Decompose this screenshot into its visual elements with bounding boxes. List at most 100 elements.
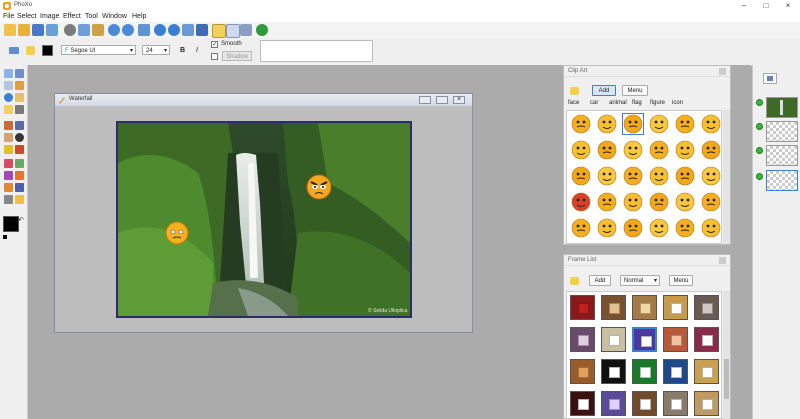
layer-visible-icon[interactable] xyxy=(756,123,763,130)
text-icon[interactable] xyxy=(4,105,13,114)
clone-icon[interactable] xyxy=(4,159,13,168)
foreground-color-swatch[interactable] xyxy=(3,216,19,232)
frame-item[interactable] xyxy=(663,359,688,384)
clip-art-emoji-item[interactable] xyxy=(649,192,669,212)
doc-maximize-button[interactable] xyxy=(436,96,448,104)
reset-colors-icon[interactable] xyxy=(3,235,7,239)
doc-close-button[interactable]: × xyxy=(453,96,465,104)
open-folder-icon[interactable] xyxy=(18,24,30,36)
clip-art-emoji-item[interactable] xyxy=(701,192,721,212)
panel-scroll-icon[interactable] xyxy=(719,68,726,75)
cut-icon[interactable] xyxy=(64,24,76,36)
frame-item[interactable] xyxy=(570,327,595,352)
clip-art-menu-button[interactable]: Menu xyxy=(622,85,648,96)
zoom-tool-icon[interactable] xyxy=(4,93,13,102)
new-file-icon[interactable] xyxy=(4,24,16,36)
tab-figure[interactable]: figure xyxy=(650,100,665,106)
tab-flag[interactable]: flag xyxy=(632,100,642,106)
worried-face-sticker[interactable] xyxy=(165,221,189,245)
fill-bucket-icon[interactable] xyxy=(15,145,24,154)
clip-art-emoji-item[interactable] xyxy=(649,218,669,238)
layer-visible-icon[interactable] xyxy=(756,147,763,154)
clip-art-emoji-item[interactable] xyxy=(701,140,721,160)
menu-file[interactable]: File xyxy=(3,13,14,20)
eyedropper-icon[interactable] xyxy=(15,105,24,114)
frame-item[interactable] xyxy=(694,391,719,416)
layers-icon[interactable] xyxy=(240,24,252,36)
menu-select[interactable]: Select xyxy=(17,13,36,20)
clip-art-emoji-item[interactable] xyxy=(701,166,721,186)
fill-color-swatch[interactable] xyxy=(42,45,53,56)
clip-art-emoji-item[interactable] xyxy=(571,166,591,186)
frame-item[interactable] xyxy=(632,359,657,384)
hand-icon[interactable] xyxy=(15,93,24,102)
clip-art-emoji-item[interactable] xyxy=(675,218,695,238)
font-name-select[interactable]: F Segoe UI ▾ xyxy=(61,45,136,55)
frame-item[interactable] xyxy=(694,295,719,320)
magic-wand-icon[interactable] xyxy=(15,81,24,90)
frame-mode-select[interactable]: Normal ▾ xyxy=(620,275,660,286)
tab-icon[interactable]: icon xyxy=(672,100,683,106)
menu-image[interactable]: Image xyxy=(40,13,59,20)
frame-icon[interactable] xyxy=(226,24,240,38)
smudge-icon[interactable] xyxy=(15,171,24,180)
clip-art-emoji-item[interactable] xyxy=(623,166,643,186)
copy-icon[interactable] xyxy=(78,24,90,36)
layer-thumb-selected[interactable] xyxy=(766,170,798,191)
smooth-checkbox[interactable]: ✓ xyxy=(211,41,218,48)
maximize-button[interactable]: □ xyxy=(755,0,777,12)
layer-thumb-sticker-1[interactable] xyxy=(766,121,798,142)
clip-art-emoji-item[interactable] xyxy=(623,192,643,212)
minimize-button[interactable]: – xyxy=(733,0,755,12)
redo-icon[interactable] xyxy=(122,24,134,36)
paste-icon[interactable] xyxy=(92,24,104,36)
shadow-checkbox[interactable] xyxy=(211,53,218,60)
frame-item[interactable] xyxy=(663,327,688,352)
clip-art-emoji-item[interactable] xyxy=(597,140,617,160)
angry-face-sticker[interactable] xyxy=(306,174,332,200)
refresh-icon[interactable] xyxy=(138,24,150,36)
scan-icon[interactable] xyxy=(46,24,58,36)
frame-item[interactable] xyxy=(601,391,626,416)
font-size-select[interactable]: 24 ▾ xyxy=(142,45,170,55)
clip-art-emoji-item[interactable] xyxy=(571,140,591,160)
shadow-button[interactable]: Shadow xyxy=(222,51,252,61)
tab-car[interactable]: car xyxy=(590,100,598,106)
frame-item[interactable] xyxy=(632,391,657,416)
layer-visible-icon[interactable] xyxy=(756,99,763,106)
clip-art-emoji-item[interactable] xyxy=(597,192,617,212)
panel-scroll-icon[interactable] xyxy=(719,257,726,264)
zoom-out-icon[interactable] xyxy=(168,24,180,36)
clip-art-emoji-item[interactable] xyxy=(649,166,669,186)
clip-art-emoji-item[interactable] xyxy=(649,114,669,134)
clip-art-emoji-item[interactable] xyxy=(649,140,669,160)
clip-art-emoji-item[interactable] xyxy=(571,218,591,238)
frame-item[interactable] xyxy=(570,359,595,384)
shape-icon[interactable] xyxy=(4,195,13,204)
swap-colors-icon[interactable]: ↶ xyxy=(18,216,24,224)
layers-toggle-button[interactable] xyxy=(763,73,777,84)
clip-art-emoji-item[interactable] xyxy=(597,218,617,238)
layer-thumb-sticker-2[interactable] xyxy=(766,145,798,166)
red-eye-icon[interactable] xyxy=(4,171,13,180)
clip-art-emoji-item[interactable] xyxy=(701,114,721,134)
actual-size-icon[interactable] xyxy=(182,24,194,36)
lasso-icon[interactable] xyxy=(4,81,13,90)
eraser-icon[interactable] xyxy=(4,133,13,142)
frame-item[interactable] xyxy=(601,359,626,384)
brush-icon[interactable] xyxy=(15,121,24,130)
tab-animal[interactable]: animal xyxy=(609,100,627,106)
zoom-in-icon[interactable] xyxy=(154,24,166,36)
clip-art-emoji-item[interactable] xyxy=(675,140,695,160)
frame-item[interactable] xyxy=(601,327,626,352)
clip-art-emoji-item[interactable] xyxy=(675,114,695,134)
help-icon[interactable] xyxy=(256,24,268,36)
clip-art-scrollbar[interactable] xyxy=(723,110,730,244)
clip-art-emoji-item[interactable] xyxy=(623,140,643,160)
frame-item[interactable] xyxy=(601,295,626,320)
clip-art-add-button[interactable]: Add xyxy=(592,85,616,96)
highlight-icon[interactable] xyxy=(212,24,226,38)
move-icon[interactable] xyxy=(15,69,24,78)
frame-item[interactable] xyxy=(663,391,688,416)
doc-minimize-button[interactable] xyxy=(419,96,431,104)
